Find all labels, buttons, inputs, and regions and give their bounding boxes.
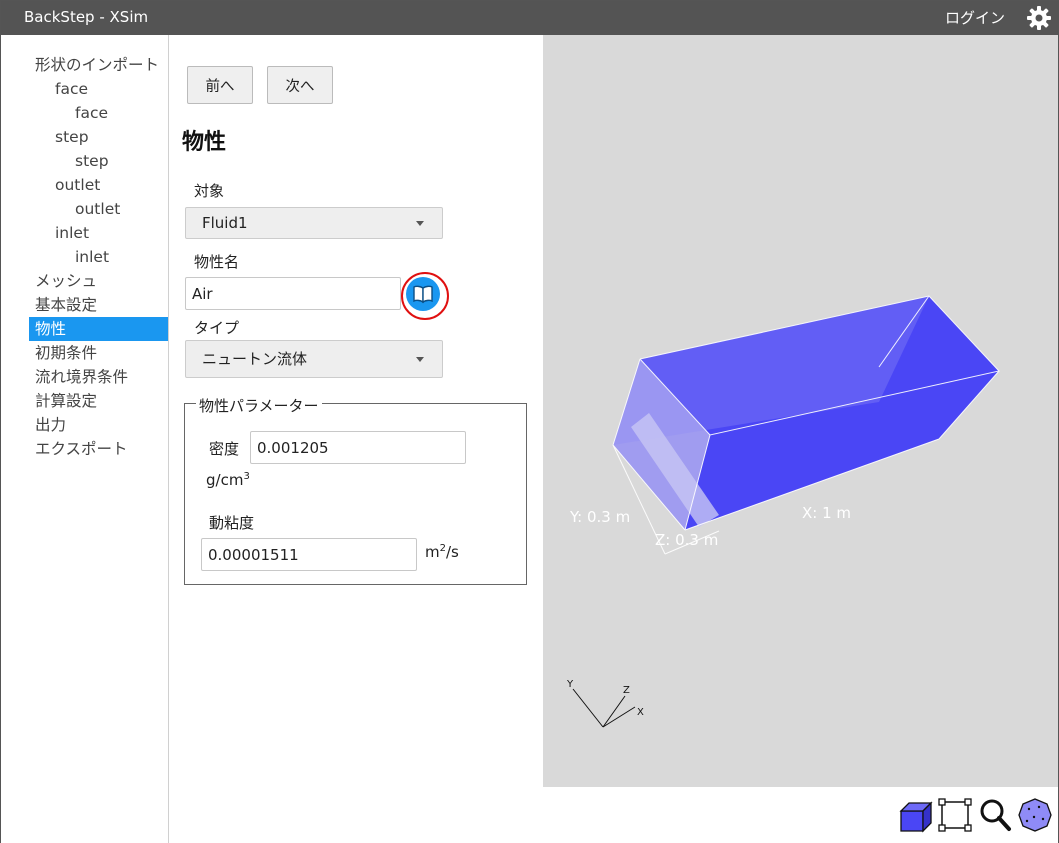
target-select-value: Fluid1 [202, 214, 248, 232]
sidebar-item[interactable]: 計算設定 [29, 389, 168, 413]
type-select-value: ニュートン流体 [202, 350, 308, 368]
view-toolbar [543, 787, 1058, 843]
sidebar: 形状のインポート face face step step outlet outlet inle… [1, 35, 169, 843]
next-button[interactable]: 次へ [267, 66, 333, 104]
page-title: 物性 [182, 130, 227, 155]
sidebar-item[interactable]: 形状のインポート [29, 53, 168, 77]
book-icon [413, 285, 433, 304]
cube-view-icon[interactable] [897, 797, 933, 833]
login-link[interactable]: ログイン [945, 7, 1005, 28]
sidebar-nav: 形状のインポート face face step step outlet outlet inle… [29, 53, 168, 461]
axis-label-z: Z [623, 685, 630, 696]
material-library-button[interactable] [406, 277, 440, 311]
type-select[interactable]: ニュートン流体 [185, 340, 443, 378]
material-name-input[interactable] [185, 277, 401, 310]
viscosity-unit: m2/s [425, 543, 459, 561]
app-window: BackStep - XSim ログイン 形状のインポート face face … [0, 0, 1059, 843]
sidebar-item[interactable]: face [29, 77, 168, 101]
type-label: タイプ [194, 319, 240, 337]
sidebar-item[interactable]: エクスポート [29, 437, 168, 461]
gear-icon[interactable] [1026, 5, 1052, 31]
sidebar-item[interactable]: 流れ境界条件 [29, 365, 168, 389]
sidebar-item[interactable]: メッシュ [29, 269, 168, 293]
sphere-view-icon[interactable] [1017, 797, 1053, 833]
viscosity-label: 動粘度 [209, 514, 255, 532]
density-label: 密度 [209, 440, 240, 458]
sidebar-item[interactable]: 出力 [29, 413, 168, 437]
target-label: 対象 [194, 182, 225, 200]
params-legend: 物性パラメーター [196, 395, 322, 416]
sidebar-item[interactable]: 初期条件 [29, 341, 168, 365]
axis-label-x: X [637, 707, 644, 718]
form-panel: 前へ 次へ 物性 対象 Fluid1 物性名 タイプ ニュートン流体 物性パラメ… [169, 35, 543, 843]
3d-viewport[interactable]: Y Z X Y: 0.3 m Z: 0.3 m X: 1 m [543, 35, 1058, 787]
fit-frame-icon[interactable] [937, 797, 973, 833]
chevron-down-icon [416, 221, 424, 226]
sidebar-item[interactable]: inlet [29, 245, 168, 269]
sidebar-item[interactable]: step [29, 149, 168, 173]
density-unit: g/cm3 [206, 471, 250, 489]
dimension-x-label: X: 1 m [802, 504, 852, 522]
prev-button[interactable]: 前へ [187, 66, 253, 104]
dimension-z-label: Z: 0.3 m [655, 531, 719, 549]
density-input[interactable] [250, 431, 466, 464]
material-name-label: 物性名 [194, 253, 240, 271]
target-select[interactable]: Fluid1 [185, 207, 443, 239]
sidebar-item[interactable]: outlet [29, 173, 168, 197]
title-bar: BackStep - XSim ログイン [1, 1, 1059, 35]
dimension-y-label: Y: 0.3 m [570, 508, 631, 526]
app-title: BackStep - XSim [24, 8, 149, 26]
sidebar-item[interactable]: 基本設定 [29, 293, 168, 317]
sidebar-item[interactable]: 物性 [29, 317, 168, 341]
sidebar-item[interactable]: inlet [29, 221, 168, 245]
axis-label-y: Y [566, 679, 574, 690]
sidebar-item[interactable]: outlet [29, 197, 168, 221]
viscosity-input[interactable] [201, 538, 417, 571]
model-canvas: Y Z X [566, 295, 1000, 728]
sidebar-item[interactable]: face [29, 101, 168, 125]
zoom-icon[interactable] [977, 797, 1013, 833]
chevron-down-icon [416, 357, 424, 362]
sidebar-item[interactable]: step [29, 125, 168, 149]
